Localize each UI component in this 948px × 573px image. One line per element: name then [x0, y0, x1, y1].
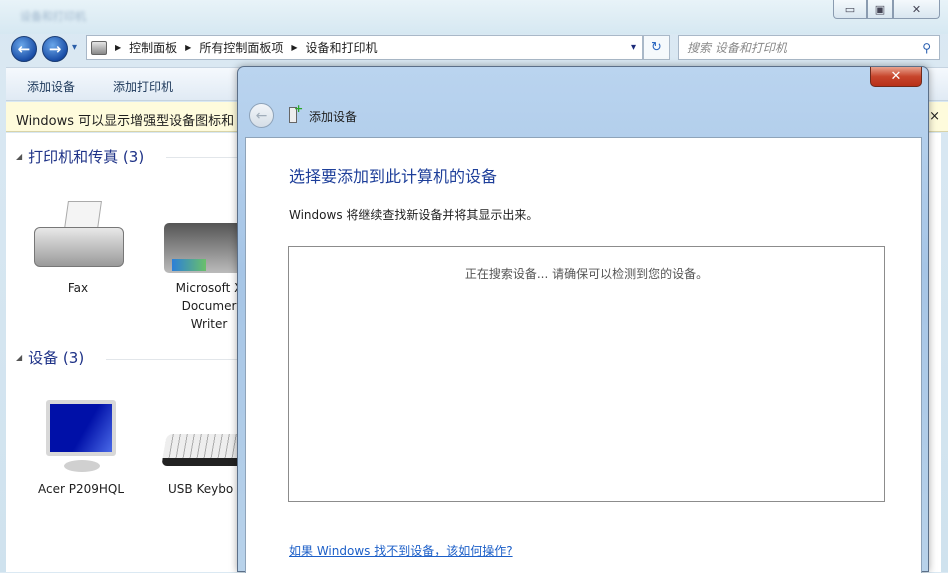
group-header-printers[interactable]: ◢ 打印机和传真 (3) [16, 146, 144, 167]
divider [106, 359, 246, 360]
back-button[interactable]: ← [11, 36, 37, 62]
device-label-line: Writer [190, 317, 228, 331]
dialog-heading: 选择要添加到此计算机的设备 [289, 167, 498, 186]
group-header-devices[interactable]: ◢ 设备 (3) [16, 347, 84, 368]
refresh-button[interactable]: ↻ [643, 35, 670, 60]
searching-status: 正在搜索设备... 请确保可以检测到您的设备。 [464, 267, 709, 281]
add-printer-button[interactable]: 添加打印机 [113, 78, 173, 95]
dialog-subtitle: Windows 将继续查找新设备并将其显示出来。 [289, 208, 539, 222]
close-button[interactable]: ✕ [893, 0, 940, 19]
search-placeholder: 搜索 设备和打印机 [687, 41, 787, 55]
monitor-icon [46, 400, 116, 456]
minimize-button[interactable]: ▭ [833, 0, 867, 19]
search-icon[interactable]: ⚲ [922, 41, 931, 55]
group-title: 打印机和传真 (3) [28, 148, 145, 166]
fax-body [34, 227, 124, 267]
monitor-item[interactable]: Acer P209HQL [28, 398, 138, 498]
window-title-bar: 设备和打印机 [0, 0, 948, 34]
group-title: 设备 (3) [28, 349, 85, 367]
collapse-icon[interactable]: ◢ [16, 353, 22, 362]
device-label: Microsoft X Documer Writer [156, 279, 246, 331]
breadcrumb-devices-printers[interactable]: 设备和打印机 [306, 39, 378, 56]
add-device-button[interactable]: 添加设备 [27, 78, 75, 95]
monitor-stand [64, 460, 100, 472]
dialog-title: 添加设备 [309, 110, 358, 124]
fax-icon [64, 201, 102, 229]
address-dropdown-icon[interactable]: ▾ [631, 42, 636, 53]
divider [166, 157, 246, 158]
dialog-body: 选择要添加到此计算机的设备 Windows 将继续查找新设备并将其显示出来。 正… [245, 137, 922, 573]
dialog-close-button[interactable]: ✕ [870, 67, 922, 87]
device-label: Acer P209HQL [37, 482, 125, 496]
search-input[interactable]: 搜索 设备和打印机 ⚲ [678, 35, 940, 60]
plus-icon: + [294, 102, 304, 115]
info-bar-close-icon[interactable]: × [929, 109, 940, 124]
address-bar[interactable]: ▶ 控制面板 ▶ 所有控制面板项 ▶ 设备和打印机 ▾ [86, 35, 643, 60]
printer-folder-icon [91, 40, 107, 55]
breadcrumb-control-panel[interactable]: 控制面板 [129, 39, 177, 56]
dialog-back-button[interactable]: ← [249, 103, 274, 128]
forward-button[interactable]: → [42, 36, 68, 62]
keyboard-icon [161, 434, 246, 466]
history-dropdown-icon[interactable]: ▾ [72, 42, 77, 53]
device-label-line: Microsoft X [175, 281, 243, 295]
info-bar-text: Windows 可以显示增强型设备图标和 [16, 114, 235, 129]
window-title: 设备和打印机 [20, 10, 86, 23]
photo-icon [172, 259, 206, 271]
keyboard-item[interactable]: USB Keybo [156, 398, 246, 498]
device-results-list[interactable]: 正在搜索设备... 请确保可以检测到您的设备。 [288, 246, 885, 502]
device-label: USB Keybo [168, 482, 234, 496]
breadcrumb-separator[interactable]: ▶ [291, 43, 297, 52]
help-link[interactable]: 如果 Windows 找不到设备，该如何操作? [289, 542, 513, 559]
collapse-icon[interactable]: ◢ [16, 152, 22, 161]
device-label-line: Documer [181, 299, 237, 313]
fax-item[interactable]: Fax [28, 201, 128, 295]
breadcrumb-separator[interactable]: ▶ [115, 43, 121, 52]
breadcrumb-separator[interactable]: ▶ [185, 43, 191, 52]
maximize-button[interactable]: ▣ [867, 0, 893, 19]
add-device-dialog: ✕ ← + 添加设备 选择要添加到此计算机的设备 Windows 将继续查找新设… [237, 66, 929, 573]
breadcrumb-all-items[interactable]: 所有控制面板项 [199, 39, 283, 56]
device-label: Fax [67, 281, 89, 295]
xps-writer-item[interactable]: Microsoft X Documer Writer [156, 201, 246, 331]
